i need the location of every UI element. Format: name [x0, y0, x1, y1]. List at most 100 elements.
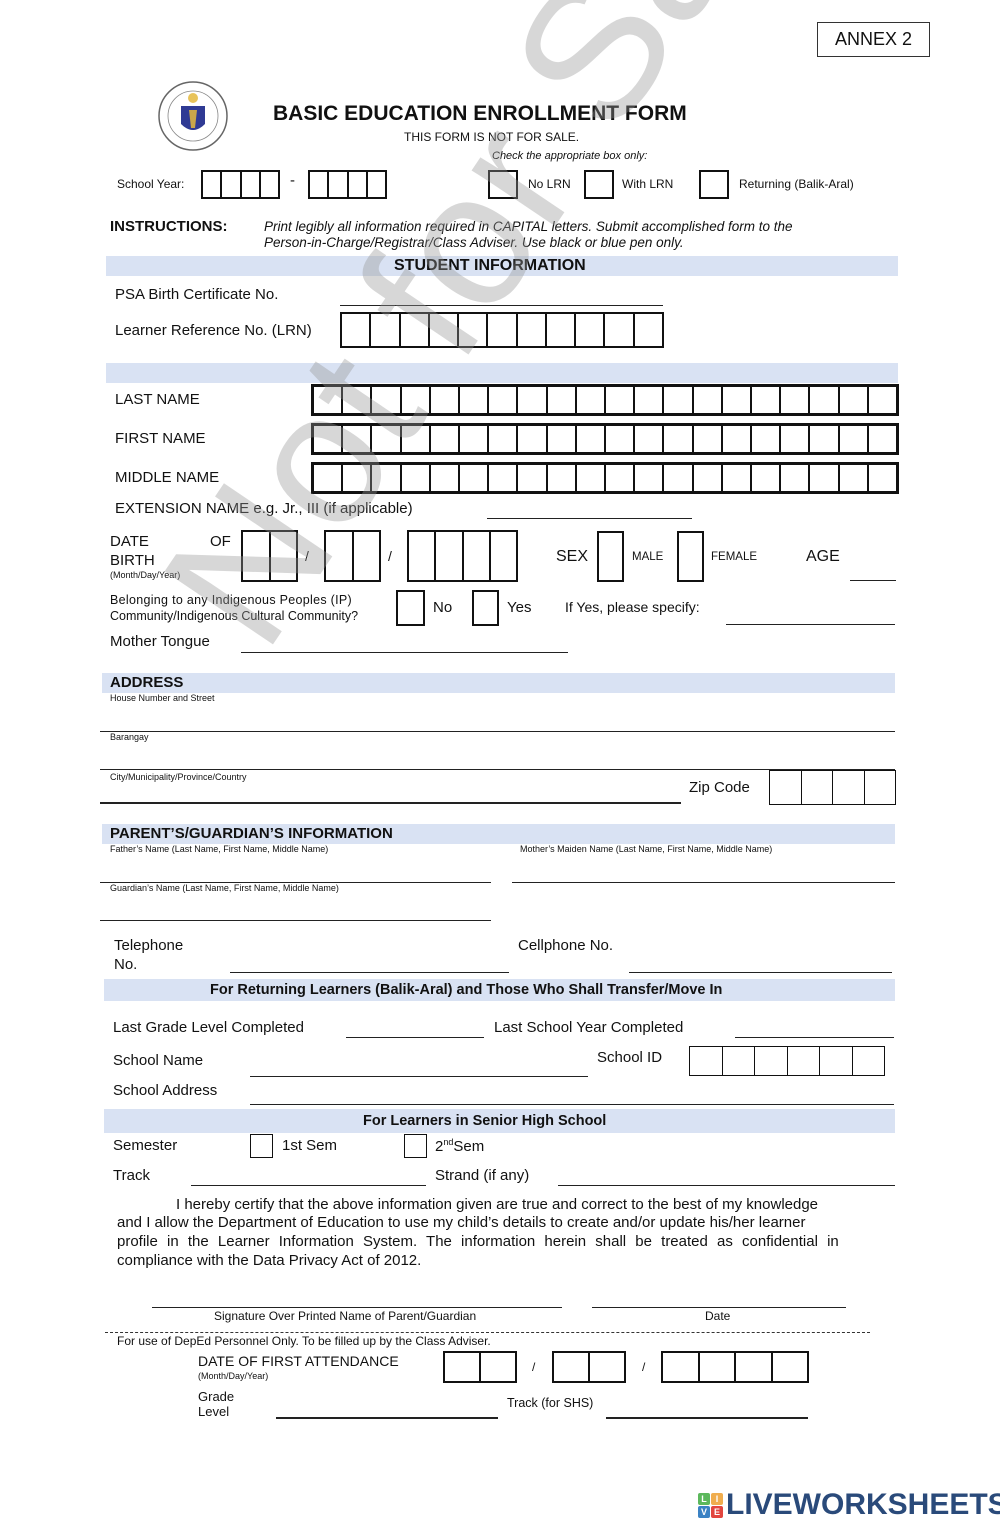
guardian-name-input-line[interactable]: [100, 920, 491, 921]
school-id-boxes[interactable]: [689, 1046, 885, 1076]
track-shs-input-line[interactable]: [606, 1417, 808, 1419]
strand-input-line[interactable]: [558, 1185, 895, 1186]
extension-name-label: EXTENSION NAME e.g. Jr., III (if applica…: [115, 500, 413, 517]
dob-label-date: DATE: [110, 533, 149, 550]
school-name-input-line[interactable]: [250, 1076, 588, 1077]
track-input-line[interactable]: [191, 1185, 426, 1186]
certification-line-1: I hereby certify that the above informat…: [176, 1196, 819, 1213]
ip-no-checkbox[interactable]: [396, 590, 425, 626]
deped-note: For use of DepEd Personnel Only. To be f…: [117, 1334, 491, 1348]
dob-hint: (Month/Day/Year): [110, 570, 181, 580]
with-lrn-label: With LRN: [622, 177, 674, 191]
first-name-boxes[interactable]: [311, 423, 899, 455]
middle-name-label: MIDDLE NAME: [115, 469, 220, 486]
female-label: FEMALE: [711, 551, 758, 563]
no-lrn-label: No LRN: [528, 177, 571, 191]
grade-level-input-line[interactable]: [276, 1417, 498, 1419]
second-sem-label: 2ndSem: [435, 1137, 484, 1155]
student-info-heading: STUDENT INFORMATION: [394, 257, 586, 274]
signature-input-line[interactable]: [152, 1307, 562, 1308]
school-year-end-boxes[interactable]: [308, 170, 387, 199]
shs-heading: For Learners in Senior High School: [363, 1113, 607, 1129]
last-grade-label: Last Grade Level Completed: [113, 1019, 304, 1036]
form-subtitle: THIS FORM IS NOT FOR SALE.: [404, 130, 580, 144]
liveworksheets-wordmark: LIVEWORKSHEETS: [726, 1488, 1000, 1521]
lrn-boxes[interactable]: [340, 312, 664, 348]
zip-code-boxes[interactable]: [769, 770, 896, 805]
last-sy-input-line[interactable]: [735, 1037, 894, 1038]
grade-level-label-2: Level: [198, 1404, 230, 1419]
mother-tongue-label: Mother Tongue: [110, 633, 210, 650]
semester-label: Semester: [113, 1137, 178, 1154]
house-street-input-line[interactable]: [100, 731, 895, 732]
annex-label: ANNEX 2: [817, 22, 930, 57]
address-heading: ADDRESS: [110, 674, 184, 691]
school-id-label: School ID: [597, 1049, 663, 1066]
dob-slash-1: /: [305, 548, 309, 564]
first-sem-label: 1st Sem: [282, 1137, 338, 1154]
cut-line-divider: [105, 1332, 870, 1333]
lrn-label: Learner Reference No. (LRN): [115, 322, 312, 339]
ip-question-line-1: Belonging to any Indigenous Peoples (IP): [110, 593, 353, 607]
age-input-line[interactable]: [850, 580, 896, 581]
ip-question-line-2: Community/Indigenous Cultural Community?: [110, 609, 359, 623]
attendance-month-boxes[interactable]: [443, 1351, 517, 1383]
certification-line-3: profile in the Learner Information Syste…: [117, 1233, 839, 1250]
barangay-label: Barangay: [110, 732, 149, 742]
ip-yes-checkbox[interactable]: [472, 590, 499, 626]
mother-name-input-line[interactable]: [512, 882, 895, 883]
school-year-start-boxes[interactable]: [201, 170, 280, 199]
dob-label-birth: BIRTH: [110, 552, 155, 569]
instructions-label: INSTRUCTIONS:: [110, 218, 228, 235]
date-input-line[interactable]: [592, 1307, 846, 1308]
mother-tongue-input-line[interactable]: [241, 652, 568, 653]
address-band: [102, 673, 895, 693]
track-label: Track: [113, 1167, 150, 1184]
track-shs-label: Track (for SHS): [507, 1396, 594, 1410]
liveworksheets-logo-icon: L I V E: [698, 1492, 723, 1518]
male-checkbox[interactable]: [597, 531, 624, 582]
psa-label: PSA Birth Certificate No.: [115, 286, 279, 303]
dob-year-boxes[interactable]: [407, 530, 518, 582]
logo-letter-l: L: [698, 1492, 710, 1505]
female-checkbox[interactable]: [677, 531, 704, 582]
cellphone-label: Cellphone No.: [518, 937, 614, 954]
returning-heading: For Returning Learners (Balik-Aral) and …: [210, 982, 723, 998]
attendance-year-boxes[interactable]: [661, 1351, 809, 1383]
instructions-line-2: Person-in-Charge/Registrar/Class Adviser…: [264, 235, 684, 250]
attendance-slash-2: /: [642, 1360, 646, 1374]
parent-heading: PARENT’S/GUARDIAN’S INFORMATION: [110, 825, 393, 842]
deped-seal-icon: [158, 81, 228, 151]
logo-letter-v: V: [698, 1505, 710, 1518]
telephone-input-line[interactable]: [230, 972, 509, 973]
instructions-line-1: Print legibly all information required i…: [264, 219, 793, 234]
cellphone-input-line[interactable]: [629, 972, 892, 973]
dob-month-boxes[interactable]: [241, 530, 298, 582]
dob-label-of: OF: [210, 533, 231, 550]
dob-day-boxes[interactable]: [324, 530, 381, 582]
male-label: MALE: [632, 551, 664, 563]
attendance-day-boxes[interactable]: [552, 1351, 626, 1383]
city-input-line[interactable]: [100, 802, 681, 804]
with-lrn-checkbox[interactable]: [584, 170, 614, 199]
second-sem-checkbox[interactable]: [404, 1134, 427, 1158]
no-lrn-checkbox[interactable]: [488, 170, 518, 199]
telephone-label-1: Telephone: [114, 937, 184, 954]
certification-line-2: and I allow the Department of Education …: [117, 1214, 806, 1231]
extension-name-input-line[interactable]: [487, 518, 692, 519]
last-name-label: LAST NAME: [115, 391, 200, 408]
last-grade-input-line[interactable]: [346, 1037, 484, 1038]
first-sem-checkbox[interactable]: [250, 1134, 273, 1158]
mother-name-label: Mother’s Maiden Name (Last Name, First N…: [520, 844, 773, 854]
psa-input-line[interactable]: [340, 305, 663, 306]
last-name-boxes[interactable]: [311, 384, 899, 416]
logo-letter-i: I: [711, 1492, 723, 1505]
logo-letter-e: E: [711, 1505, 723, 1518]
father-name-label: Father’s Name (Last Name, First Name, Mi…: [110, 844, 329, 854]
returning-checkbox[interactable]: [699, 170, 729, 199]
city-label: City/Municipality/Province/Country: [110, 772, 247, 782]
middle-name-boxes[interactable]: [311, 462, 899, 494]
school-address-input-line[interactable]: [250, 1104, 894, 1105]
check-hint: Check the appropriate box only:: [492, 150, 648, 162]
ip-specify-input-line[interactable]: [726, 624, 895, 625]
